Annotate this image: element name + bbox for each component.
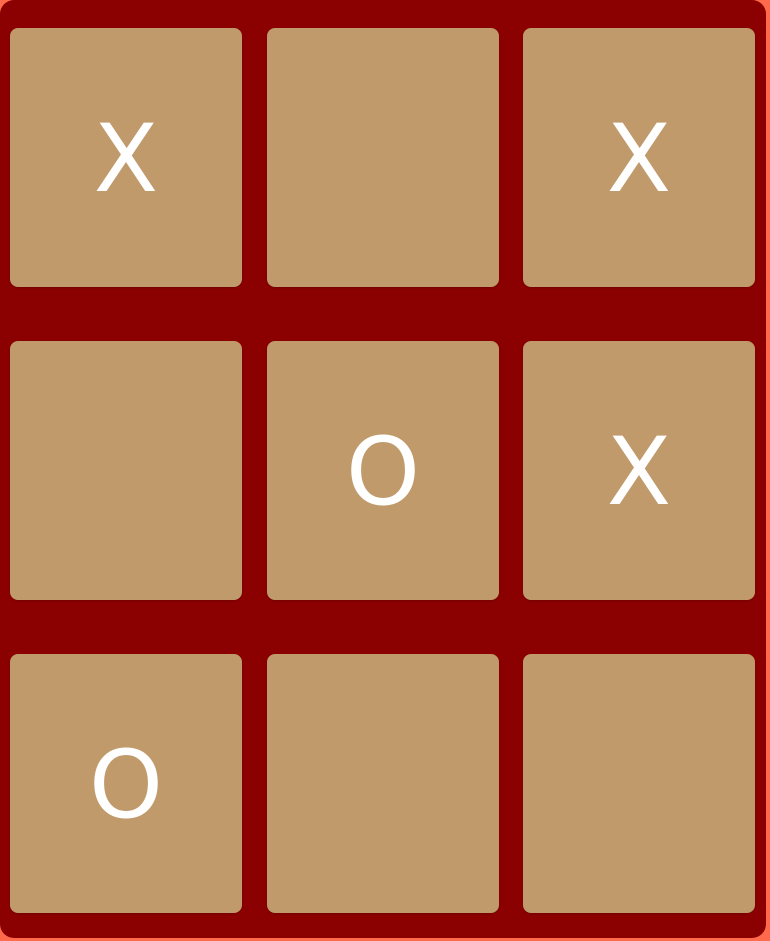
cell-r2-c2[interactable]: O [267, 341, 499, 600]
cell-mark: O [346, 417, 420, 527]
cell-r1-c3[interactable]: X [523, 28, 755, 287]
cell-r3-c2[interactable] [267, 654, 499, 913]
cell-r3-c3[interactable] [523, 654, 755, 913]
cell-r3-c1[interactable]: O [10, 654, 242, 913]
cell-r1-c1[interactable]: X [10, 28, 242, 287]
cell-mark: X [606, 417, 672, 527]
cell-mark: O [89, 730, 163, 840]
cell-r2-c3[interactable]: X [523, 341, 755, 600]
game-board: X X O X O [0, 0, 766, 938]
cell-r2-c1[interactable] [10, 341, 242, 600]
cell-mark: X [93, 104, 159, 214]
cell-r1-c2[interactable] [267, 28, 499, 287]
cell-mark: X [606, 104, 672, 214]
